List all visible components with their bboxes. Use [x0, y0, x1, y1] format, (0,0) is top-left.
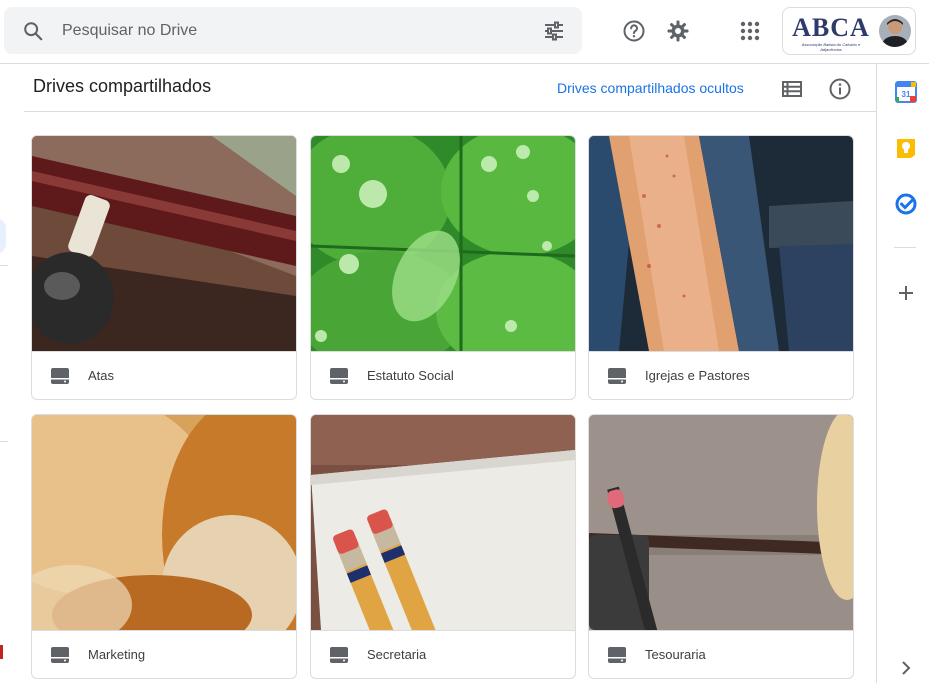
calendar-icon[interactable]: 31 — [895, 81, 917, 103]
search-icon[interactable] — [22, 20, 44, 42]
drive-thumbnail — [589, 136, 853, 351]
nav-divider — [0, 265, 8, 266]
list-view-icon[interactable] — [780, 77, 804, 101]
drive-name: Igrejas e Pastores — [645, 368, 750, 383]
shared-drive-icon — [608, 647, 626, 663]
storage-indicator — [0, 645, 3, 659]
logo-text: ABCA — [792, 13, 870, 42]
drive-card-footer: Atas — [32, 351, 296, 399]
drive-thumbnail — [32, 136, 296, 351]
drive-card-tesouraria[interactable]: Tesouraria — [588, 414, 854, 679]
tasks-icon[interactable] — [895, 193, 917, 215]
side-panel-divider — [894, 247, 916, 248]
drive-card-atas[interactable]: Atas — [31, 135, 297, 400]
account-switcher[interactable]: ABCA Associação Batista do Calvário e Ad… — [782, 7, 916, 55]
drive-name: Tesouraria — [645, 647, 706, 662]
search-input[interactable] — [60, 17, 504, 45]
drive-card-footer: Tesouraria — [589, 630, 853, 678]
drive-card-marketing[interactable]: Marketing — [31, 414, 297, 679]
drive-card-igrejas-e-pastores[interactable]: Igrejas e Pastores — [588, 135, 854, 400]
shared-drive-icon — [330, 368, 348, 384]
drive-name: Marketing — [88, 647, 146, 662]
chevron-right-icon[interactable] — [895, 657, 917, 679]
shared-drive-icon — [608, 368, 626, 384]
nav-divider — [0, 441, 8, 442]
settings-gear-icon[interactable] — [666, 19, 690, 43]
drive-thumbnail — [32, 415, 296, 630]
drive-name: Atas — [88, 368, 115, 383]
logo-subtitle: Associação Batista do Calvário e Adjacên… — [801, 42, 861, 52]
hidden-shared-drives-link[interactable]: Drives compartilhados ocultos — [557, 80, 744, 96]
drive-thumbnail — [311, 415, 575, 630]
calendar-day: 31 — [902, 90, 911, 99]
search-options-icon[interactable] — [542, 19, 566, 43]
shared-drive-icon — [51, 368, 69, 384]
shared-drive-icon — [330, 647, 348, 663]
drive-name: Secretaria — [367, 647, 427, 662]
drive-card-footer: Secretaria — [311, 630, 575, 678]
apps-grid-icon[interactable] — [738, 19, 762, 43]
drive-thumbnail — [311, 136, 575, 351]
drive-card-footer: Marketing — [32, 630, 296, 678]
drive-card-estatuto-social[interactable]: Estatuto Social — [310, 135, 576, 400]
info-icon[interactable] — [828, 77, 852, 101]
keep-icon[interactable] — [895, 137, 917, 159]
organization-logo: ABCA Associação Batista do Calvário e Ad… — [791, 13, 871, 53]
header-divider — [24, 111, 876, 112]
search-bar[interactable] — [4, 7, 582, 54]
page-title: Drives compartilhados — [33, 76, 212, 96]
drive-thumbnail — [589, 415, 853, 630]
help-icon[interactable] — [622, 19, 646, 43]
avatar[interactable] — [879, 15, 911, 47]
side-panel: 31 — [876, 64, 929, 683]
drive-card-secretaria[interactable]: Secretaria — [310, 414, 576, 679]
shared-drive-icon — [51, 647, 69, 663]
drive-card-footer: Estatuto Social — [311, 351, 575, 399]
top-bar: ABCA Associação Batista do Calvário e Ad… — [0, 0, 929, 64]
add-icon[interactable] — [895, 282, 917, 304]
drive-card-footer: Igrejas e Pastores — [589, 351, 853, 399]
nav-active-indicator[interactable] — [0, 218, 6, 254]
drive-name: Estatuto Social — [367, 368, 454, 383]
